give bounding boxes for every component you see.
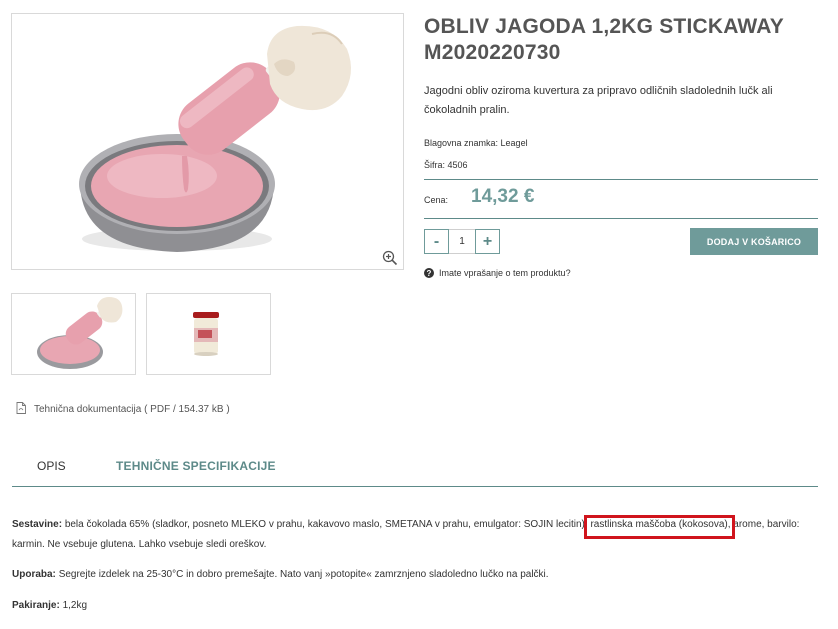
usage-label: Uporaba:	[12, 569, 56, 580]
pdf-file-icon	[16, 402, 26, 417]
tab-opis[interactable]: OPIS	[37, 459, 66, 473]
product-photo	[79, 25, 351, 252]
packaging-text: 1,2kg	[62, 600, 88, 611]
tab-technical-specifications[interactable]: TEHNIČNE SPECIFIKACIJE	[116, 459, 276, 473]
question-circle-icon: ?	[424, 268, 434, 278]
product-description: Jagodni obliv oziroma kuvertura za pripr…	[424, 85, 773, 116]
technical-documentation-link[interactable]: Tehnična dokumentacija ( PDF / 154.37 kB…	[16, 402, 230, 417]
main-product-image[interactable]	[11, 13, 404, 270]
quantity-input[interactable]: 1	[449, 229, 475, 254]
quantity-stepper: - 1 +	[424, 229, 500, 254]
documentation-label: Tehnična dokumentacija ( PDF / 154.37 kB…	[34, 404, 230, 415]
thumbnail-jar[interactable]	[146, 293, 271, 375]
price-divider-bottom	[424, 218, 818, 219]
zoom-icon[interactable]	[382, 250, 398, 266]
price-label: Cena:	[424, 195, 449, 205]
quantity-decrease-button[interactable]: -	[424, 229, 449, 254]
product-title: OBLIV JAGODA 1,2KG STICKAWAY M2020220730	[424, 15, 784, 64]
usage-text: Segrejte izdelek na 25-30°C in dobro pre…	[58, 569, 549, 580]
packaging-label: Pakiranje:	[12, 600, 60, 611]
ingredients-label: Sestavine:	[12, 519, 63, 530]
product-brand: Blagovna znamka: Leagel	[424, 138, 528, 148]
price-divider-top	[424, 179, 818, 180]
product-question-link[interactable]: ? Imate vprašanje o tem produktu?	[424, 268, 571, 278]
spec-packaging: Pakiranje: 1,2kg	[12, 596, 822, 616]
quantity-increase-button[interactable]: +	[475, 229, 500, 254]
ingredients-text-1: bela čokolada 65% (sladkor, posneto MLEK…	[64, 519, 588, 530]
ingredient-highlight-box	[584, 515, 735, 539]
product-price: 14,32 €	[471, 186, 535, 207]
tabs-divider	[12, 486, 818, 487]
question-link-label: Imate vprašanje o tem produktu?	[439, 268, 571, 278]
thumbnail-dipping[interactable]	[11, 293, 136, 375]
product-sku: Šifra: 4506	[424, 160, 468, 170]
add-to-cart-button[interactable]: DODAJ V KOŠARICO	[690, 228, 818, 255]
spec-usage: Uporaba: Segrejte izdelek na 25-30°C in …	[12, 565, 822, 585]
